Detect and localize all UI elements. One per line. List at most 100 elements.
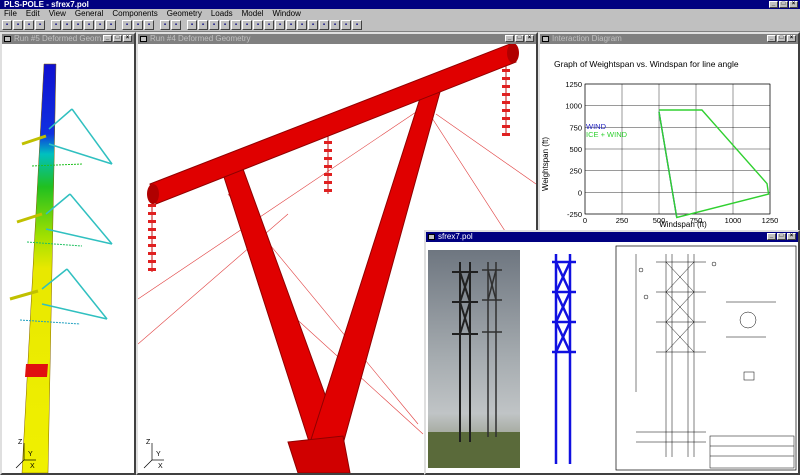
app-title-bar: PLS-POLE - sfrex7.pol _ □ ×: [0, 0, 800, 9]
window-icon: [4, 36, 11, 42]
chart-ticks: 0 250 500 750 1000 1250125010007505002500-250: [565, 80, 778, 225]
crossarm-2: [45, 193, 113, 245]
base-junction: [287, 435, 351, 473]
tool-15-icon[interactable]: ▪: [341, 19, 351, 30]
sfrex-title-bar[interactable]: sfrex7.pol _ □ ×: [426, 232, 798, 242]
zoom-out-icon[interactable]: ▪: [62, 19, 72, 30]
close-button[interactable]: ×: [789, 1, 798, 8]
crossarm-1: [48, 108, 113, 165]
minimize-button[interactable]: _: [767, 233, 776, 240]
view-icon[interactable]: ▪: [106, 19, 116, 30]
axis-z-label: Z: [146, 439, 151, 446]
toolbar-separator: [155, 20, 159, 30]
close-button[interactable]: ×: [787, 233, 796, 240]
maximize-button[interactable]: □: [113, 35, 122, 42]
x-tick-label: 1000: [725, 216, 742, 225]
grid-icon[interactable]: ▪: [171, 19, 181, 30]
axis-x-label: X: [158, 463, 163, 470]
crossarm-end-left: [147, 184, 159, 204]
x-tick-label: 0: [583, 216, 587, 225]
report-icon[interactable]: ▪: [144, 19, 154, 30]
x-tick-label: 1250: [762, 216, 779, 225]
minimize-button[interactable]: _: [767, 35, 776, 42]
tool-5-icon[interactable]: ▪: [231, 19, 241, 30]
maximize-button[interactable]: □: [777, 35, 786, 42]
save-icon[interactable]: ▪: [24, 19, 34, 30]
tool-3-icon[interactable]: ▪: [209, 19, 219, 30]
run-icon[interactable]: ▪: [122, 19, 132, 30]
x-tick-label: 250: [616, 216, 629, 225]
axis-y-label: Y: [156, 451, 161, 458]
menu-edit[interactable]: Edit: [22, 9, 45, 18]
run5-title: Run #5 Deformed Geom...: [14, 34, 108, 43]
axis-y-label: Y: [28, 451, 33, 458]
chart-legend: WINDICE + WIND: [586, 122, 628, 139]
window-icon: [542, 36, 549, 42]
interaction-title: Interaction Diagram: [552, 34, 622, 43]
run4-title-bar[interactable]: Run #4 Deformed Geometry _ □ ×: [138, 34, 536, 44]
photo-ground: [428, 432, 520, 468]
pole-band: [25, 364, 48, 377]
menu-geometry[interactable]: Geometry: [163, 9, 207, 18]
zoom-extents-icon[interactable]: ▪: [73, 19, 83, 30]
menu-loads[interactable]: Loads: [207, 9, 238, 18]
menu-window[interactable]: Window: [268, 9, 305, 18]
sfrex-content: [426, 242, 798, 473]
y-tick-label: 0: [578, 188, 582, 197]
tool-2-icon[interactable]: ▪: [198, 19, 208, 30]
interaction-diagram-window[interactable]: Interaction Diagram _ □ × Graph of Weigh…: [538, 32, 800, 232]
menu-general[interactable]: General: [71, 9, 108, 18]
window-icon: [140, 36, 147, 42]
interaction-title-bar[interactable]: Interaction Diagram _ □ ×: [540, 34, 798, 44]
maximize-button[interactable]: □: [779, 1, 788, 8]
sfrex-drawing: [428, 245, 797, 471]
drawing-sheet: [615, 245, 797, 471]
results-icon[interactable]: ▪: [133, 19, 143, 30]
close-button[interactable]: ×: [123, 35, 132, 42]
menu-file[interactable]: File: [0, 9, 22, 18]
run4-title: Run #4 Deformed Geometry: [150, 34, 251, 43]
close-button[interactable]: ×: [525, 35, 534, 42]
tool-16-icon[interactable]: ▪: [352, 19, 362, 30]
crossarm: [149, 44, 517, 205]
minimize-button[interactable]: _: [103, 35, 112, 42]
y-tick-label: 1000: [565, 102, 582, 111]
menu-view[interactable]: View: [45, 9, 71, 18]
tool-4-icon[interactable]: ▪: [220, 19, 230, 30]
tool-7-icon[interactable]: ▪: [253, 19, 263, 30]
tool-1-icon[interactable]: ▪: [187, 19, 197, 30]
tool-6-icon[interactable]: ▪: [242, 19, 252, 30]
tool-10-icon[interactable]: ▪: [286, 19, 296, 30]
tool-14-icon[interactable]: ▪: [330, 19, 340, 30]
new-icon[interactable]: ▪: [2, 19, 12, 30]
tool-12-icon[interactable]: ▪: [308, 19, 318, 30]
tool-11-icon[interactable]: ▪: [297, 19, 307, 30]
menu-components[interactable]: Components: [108, 9, 162, 18]
rotate-icon[interactable]: ▪: [95, 19, 105, 30]
tool-13-icon[interactable]: ▪: [319, 19, 329, 30]
maximize-button[interactable]: □: [515, 35, 524, 42]
minimize-button[interactable]: _: [769, 1, 778, 8]
tool-8-icon[interactable]: ▪: [264, 19, 274, 30]
app-title: PLS-POLE - sfrex7.pol: [4, 0, 89, 9]
color-icon[interactable]: ▪: [160, 19, 170, 30]
minimize-button[interactable]: _: [505, 35, 514, 42]
zoom-in-icon[interactable]: ▪: [51, 19, 61, 30]
window-icon: [428, 234, 435, 240]
y-tick-label: -250: [567, 210, 582, 219]
close-button[interactable]: ×: [787, 35, 796, 42]
toolbar-separator: [182, 20, 186, 30]
run5-window[interactable]: Run #5 Deformed Geom... _ □ × Z Y X: [0, 32, 136, 475]
print-icon[interactable]: ▪: [35, 19, 45, 30]
run5-view[interactable]: Z Y X: [2, 44, 134, 473]
tool-9-icon[interactable]: ▪: [275, 19, 285, 30]
menu-model[interactable]: Model: [238, 9, 269, 18]
sfrex-window[interactable]: sfrex7.pol _ □ ×: [424, 230, 800, 475]
open-icon[interactable]: ▪: [13, 19, 23, 30]
run5-title-bar[interactable]: Run #5 Deformed Geom... _ □ ×: [2, 34, 134, 44]
pan-icon[interactable]: ▪: [84, 19, 94, 30]
maximize-button[interactable]: □: [777, 233, 786, 240]
mdi-workspace: Run #5 Deformed Geom... _ □ × Z Y X Run …: [0, 32, 800, 475]
chart-series: [658, 109, 770, 219]
y-axis-label: Weightspan (ft): [541, 137, 550, 191]
